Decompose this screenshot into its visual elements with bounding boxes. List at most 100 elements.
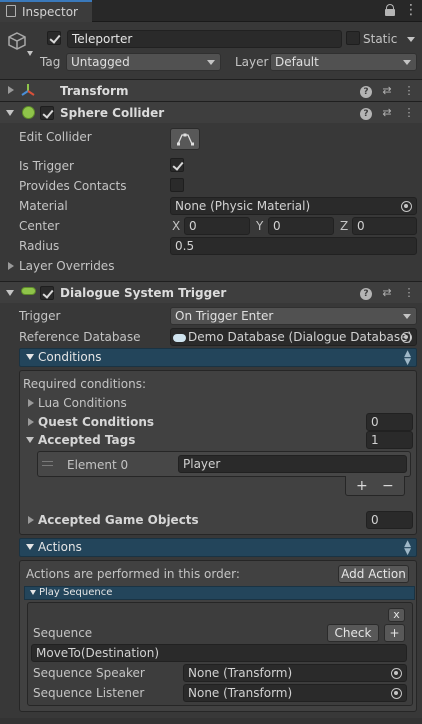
kebab-menu-icon[interactable]: ⋮ [402,286,416,300]
help-icon[interactable]: ? [360,86,372,98]
foldout-arrow-icon[interactable] [6,290,14,296]
accepted-objects-label[interactable]: Accepted Game Objects [38,512,199,528]
accepted-objects-count[interactable]: 0 [366,511,413,529]
quest-conditions-label[interactable]: Quest Conditions [38,414,154,430]
dialogue-trigger-enabled-checkbox[interactable] [40,286,54,300]
transform-axes-icon [20,82,36,98]
layer-value: Default [275,55,319,69]
material-label: Material [19,199,68,213]
foldout-arrow-icon[interactable] [26,437,34,443]
center-y-label[interactable]: Y [256,218,263,234]
sphere-collider-enabled-checkbox[interactable] [40,106,54,120]
conditions-bar[interactable]: Conditions ▲ ▼ [19,348,417,367]
active-checkbox[interactable] [47,31,61,45]
sequence-speaker-field[interactable]: None (Transform) [183,664,407,682]
provides-contacts-label: Provides Contacts [19,179,127,193]
sphere-collider-header[interactable]: Sphere Collider ? ⇄ ⋮ [0,101,422,123]
remove-tag-button[interactable]: − [382,478,394,494]
object-picker-icon[interactable] [391,668,402,679]
check-button[interactable]: Check [327,624,379,642]
center-z-field[interactable]: 0 [352,217,417,235]
scroll-bottom-edge [0,718,422,724]
required-conditions-label: Required conditions: [23,377,146,391]
transform-title: Transform [60,84,129,98]
add-tag-button[interactable]: + [356,478,368,494]
tab-title: Inspector [22,5,78,19]
tag-dropdown[interactable]: Untagged [66,53,221,71]
layer-overrides-label[interactable]: Layer Overrides [19,258,114,274]
listener-value: None (Transform) [188,686,293,700]
tag-element-field[interactable]: Player [178,455,407,473]
chevron-down-icon [403,60,411,65]
kebab-menu-icon[interactable]: ⋮ [402,106,416,120]
quest-conditions-count[interactable]: 0 [366,413,413,431]
center-y-field[interactable]: 0 [268,217,334,235]
material-value: None (Physic Material) [175,199,311,213]
foldout-arrow-icon[interactable] [28,516,34,524]
static-label: Static [363,32,398,46]
trigger-dropdown[interactable]: On Trigger Enter [170,307,417,325]
foldout-arrow-icon [26,544,34,550]
layer-dropdown[interactable]: Default [270,53,417,71]
database-icon [173,334,186,342]
help-icon[interactable]: ? [360,288,372,300]
add-action-button[interactable]: Add Action [338,565,409,583]
inspector-icon [6,5,16,17]
tab-inspector[interactable]: Inspector [0,0,92,22]
radius-label: Radius [19,239,60,253]
accepted-tags-count[interactable]: 1 [366,431,413,449]
sequence-add-button[interactable]: + [384,624,405,642]
remove-action-button[interactable]: x [388,608,405,622]
sequence-listener-field[interactable]: None (Transform) [183,684,407,702]
object-picker-icon[interactable] [401,332,412,343]
presets-icon[interactable]: ⇄ [380,84,394,98]
sphere-collider-icon [22,106,35,119]
actions-bar[interactable]: Actions ▲ ▼ [19,538,417,557]
lua-conditions-label[interactable]: Lua Conditions [38,395,127,411]
dialogue-trigger-header[interactable]: Dialogue System Trigger ? ⇄ ⋮ [0,281,422,303]
updown-icon: ▲ ▼ [404,349,411,367]
foldout-arrow-icon [26,354,34,360]
gameobject-cube-icon [7,31,27,51]
center-z-label[interactable]: Z [340,218,348,234]
tag-element-label: Element 0 [67,458,129,472]
is-trigger-label: Is Trigger [19,159,74,173]
script-icon [21,287,36,295]
is-trigger-checkbox[interactable] [170,158,184,172]
foldout-arrow-icon[interactable] [6,110,14,116]
foldout-arrow-icon[interactable] [8,86,14,94]
play-sequence-header[interactable]: Play Sequence [24,586,415,600]
static-dropdown-arrow[interactable] [407,37,415,42]
icon-dropdown-arrow[interactable] [27,51,33,56]
object-picker-icon[interactable] [401,201,412,212]
transform-header[interactable]: Transform ? ⇄ ⋮ [0,79,422,101]
kebab-menu-icon[interactable]: ⋮ [404,2,418,18]
sphere-collider-title: Sphere Collider [60,106,165,120]
center-x-label[interactable]: X [172,218,180,234]
layer-overrides-foldout-icon[interactable] [8,262,14,270]
chevron-down-icon [403,314,411,319]
help-icon[interactable]: ? [360,108,372,120]
accepted-tags-label[interactable]: Accepted Tags [38,432,135,448]
static-checkbox[interactable] [346,31,360,45]
object-picker-icon[interactable] [391,688,402,699]
reference-db-value: Demo Database (Dialogue Database) [188,330,413,344]
material-field[interactable]: None (Physic Material) [170,197,417,215]
gameobject-name-field[interactable]: Teleporter [67,30,342,48]
drag-handle-icon[interactable] [42,461,53,466]
dialogue-trigger-title: Dialogue System Trigger [60,286,227,300]
presets-icon[interactable]: ⇄ [380,106,394,120]
edit-collider-button[interactable] [170,128,200,150]
foldout-arrow-icon[interactable] [28,418,34,426]
provides-contacts-checkbox[interactable] [170,178,184,192]
radius-field[interactable]: 0.5 [170,237,417,255]
kebab-menu-icon[interactable]: ⋮ [402,84,416,98]
foldout-arrow-icon[interactable] [28,399,34,407]
lock-body-icon [385,9,395,16]
center-x-field[interactable]: 0 [184,217,250,235]
sequence-field[interactable]: MoveTo(Destination) [31,644,407,662]
sequence-listener-label: Sequence Listener [33,686,145,700]
reference-db-field[interactable]: Demo Database (Dialogue Database) [170,328,417,346]
actions-title: Actions [38,540,82,554]
presets-icon[interactable]: ⇄ [380,286,394,300]
